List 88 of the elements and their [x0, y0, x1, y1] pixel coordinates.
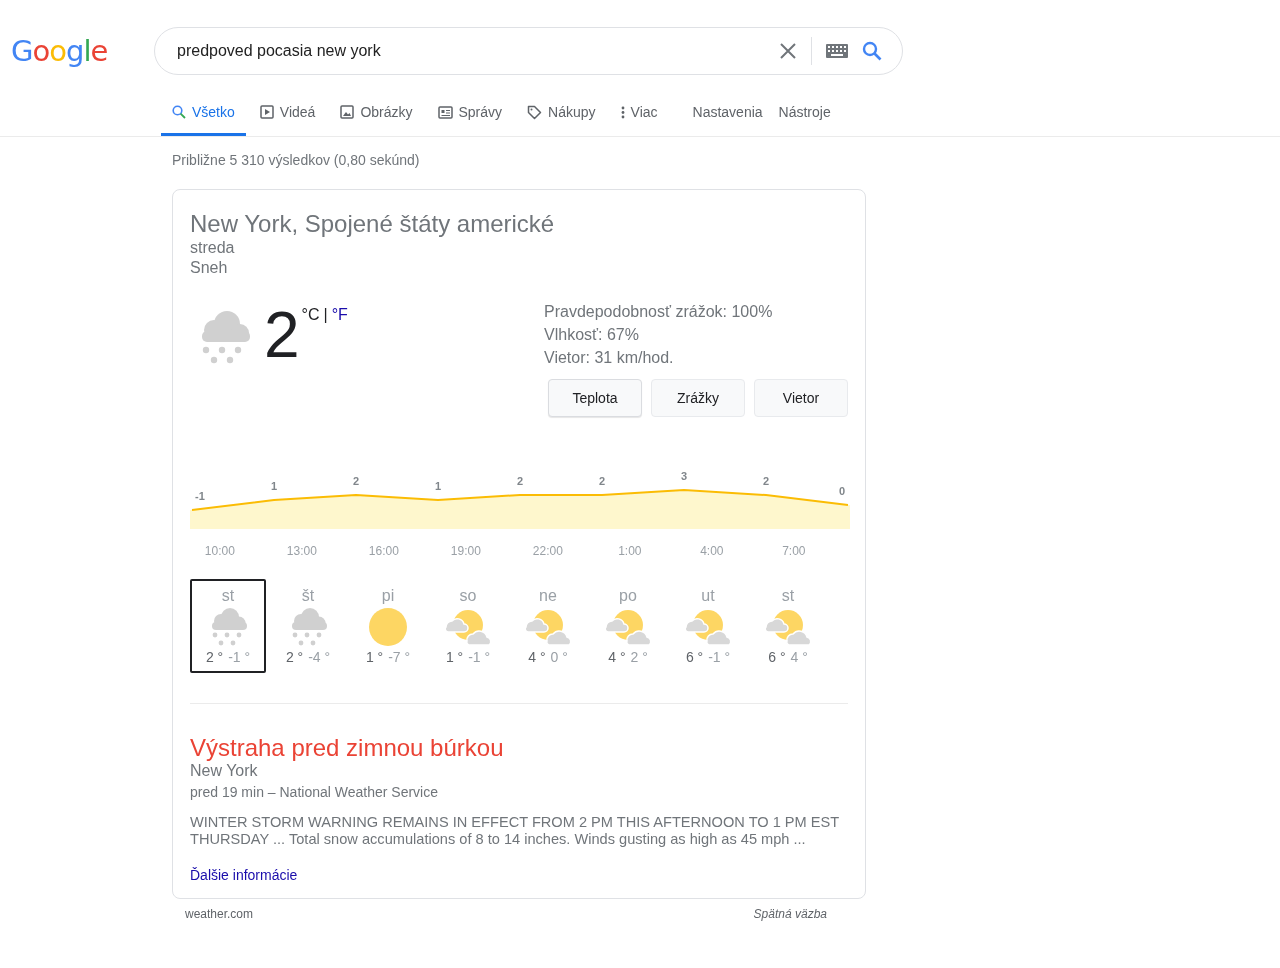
- temperature-reading: 2: [352, 475, 360, 487]
- forecast-day[interactable]: ne 4 ° 0 °: [510, 579, 586, 673]
- low-temp: -7 °: [388, 649, 411, 665]
- weather-detail: Vietor: 31 km/hod.: [544, 348, 675, 368]
- tab[interactable]: Obrázky: [329, 88, 424, 136]
- high-temp: 2 °: [205, 649, 224, 665]
- temperature-reading: -1: [195, 490, 205, 502]
- tab[interactable]: Videá: [248, 88, 327, 136]
- low-temp: -1 °: [228, 649, 251, 665]
- forecast-day[interactable]: st 2 ° -1 °: [190, 579, 266, 673]
- chart-tab[interactable]: Vietor: [754, 379, 848, 417]
- day-name: ne: [539, 587, 557, 605]
- weather-detail: Vlhkosť: 67%: [544, 325, 640, 345]
- time-label: 4:00: [700, 544, 724, 558]
- high-temp: 2 °: [285, 649, 304, 665]
- chart-tab[interactable]: Teplota: [548, 379, 642, 417]
- temperature: 2: [264, 306, 300, 364]
- low-temp: -1 °: [708, 649, 731, 665]
- forecast-day[interactable]: st 6 ° 4 °: [750, 579, 826, 673]
- forecast-day[interactable]: št 2 ° -4 °: [270, 579, 346, 673]
- alert-title: Výstraha pred zimnou búrkou: [190, 734, 505, 762]
- search-icon[interactable]: [862, 41, 882, 61]
- keyboard-icon[interactable]: [826, 44, 848, 58]
- forecast-day[interactable]: so 1 ° -1 °: [430, 579, 506, 673]
- result-stats: Približne 5 310 výsledkov (0,80 sekúnd): [172, 151, 421, 170]
- more-icon: [620, 105, 625, 119]
- newspaper-icon: [437, 105, 453, 119]
- low-temp: 2 °: [630, 649, 648, 665]
- low-temp: 4 °: [790, 649, 808, 665]
- forecast-day[interactable]: pi 1 ° -7 °: [350, 579, 426, 673]
- day-name: po: [619, 587, 637, 605]
- forecast-day[interactable]: po 4 ° 2 °: [590, 579, 666, 673]
- unit-separator: |: [323, 306, 328, 324]
- high-temp: 4 °: [528, 649, 546, 665]
- tools-link[interactable]: Nastavenia: [684, 88, 771, 136]
- day-name: pi: [381, 587, 395, 605]
- feedback-link[interactable]: Spätná väzba: [753, 907, 827, 921]
- time-label: 13:00: [286, 544, 317, 558]
- image-icon: [340, 105, 355, 119]
- tab[interactable]: Viac: [609, 88, 669, 136]
- high-temp: 1 °: [445, 649, 464, 665]
- tab[interactable]: Správy: [426, 88, 514, 136]
- low-temp: -4 °: [308, 649, 331, 665]
- more-info-link[interactable]: Ďalšie informácie: [190, 867, 298, 883]
- low-temp: 0 °: [550, 649, 568, 665]
- sun-icon: [366, 605, 410, 649]
- tools-link[interactable]: Nástroje: [770, 88, 839, 136]
- alert-place: New York: [190, 762, 259, 780]
- temperature-reading: 1: [434, 480, 442, 492]
- alert-text: WINTER STORM WARNING REMAINS IN EFFECT FROM 2 PM THIS AFTERNOON TO 1 PM EST THURSDAY ... Total snow accumulations of 8 to 14 inches. Winds gusting as high as 45 mph ...: [190, 814, 840, 848]
- day-name: st: [781, 587, 795, 605]
- condition-text: Sneh: [190, 258, 229, 278]
- low-temp: -1 °: [468, 649, 491, 665]
- day-name: št: [301, 587, 315, 605]
- tab[interactable]: Nákupy: [516, 88, 607, 136]
- time-label: 19:00: [450, 544, 481, 558]
- day-name: ut: [701, 587, 715, 605]
- time-label: 16:00: [368, 544, 399, 558]
- play-icon: [259, 105, 274, 119]
- temperature-reading: 0: [838, 485, 846, 497]
- high-temp: 6 °: [768, 649, 786, 665]
- celsius-unit: °C: [301, 306, 320, 324]
- source-text: weather.com: [185, 907, 254, 921]
- temperature-reading: 2: [516, 475, 524, 487]
- time-label: 10:00: [204, 544, 235, 558]
- day-name: st: [221, 587, 235, 605]
- search-icon: [172, 105, 186, 119]
- close-icon[interactable]: [779, 42, 797, 60]
- time-label: 7:00: [782, 544, 806, 558]
- day-name: so: [459, 587, 477, 605]
- temperature-reading: 1: [270, 480, 278, 492]
- high-temp: 6 °: [685, 649, 704, 665]
- alert-meta: pred 19 min – National Weather Service: [190, 784, 439, 800]
- tab[interactable]: Všetko: [161, 88, 246, 136]
- tag-icon: [527, 104, 543, 120]
- temperature-reading: 2: [598, 475, 606, 487]
- time-label: 1:00: [618, 544, 642, 558]
- temperature-reading: 3: [680, 470, 688, 482]
- chart-tab[interactable]: Zrážky: [651, 379, 745, 417]
- forecast-day[interactable]: ut 6 ° -1 °: [670, 579, 746, 673]
- day-text: streda: [190, 238, 236, 258]
- time-label: 22:00: [532, 544, 563, 558]
- temperature-reading: 2: [762, 475, 770, 487]
- weather-detail: Pravdepodobnosť zrážok: 100%: [544, 302, 774, 322]
- location-title: New York, Spojené štáty americké: [190, 210, 556, 238]
- fahrenheit-link[interactable]: °F: [331, 306, 348, 324]
- high-temp: 4 °: [608, 649, 626, 665]
- high-temp: 1 °: [365, 649, 384, 665]
